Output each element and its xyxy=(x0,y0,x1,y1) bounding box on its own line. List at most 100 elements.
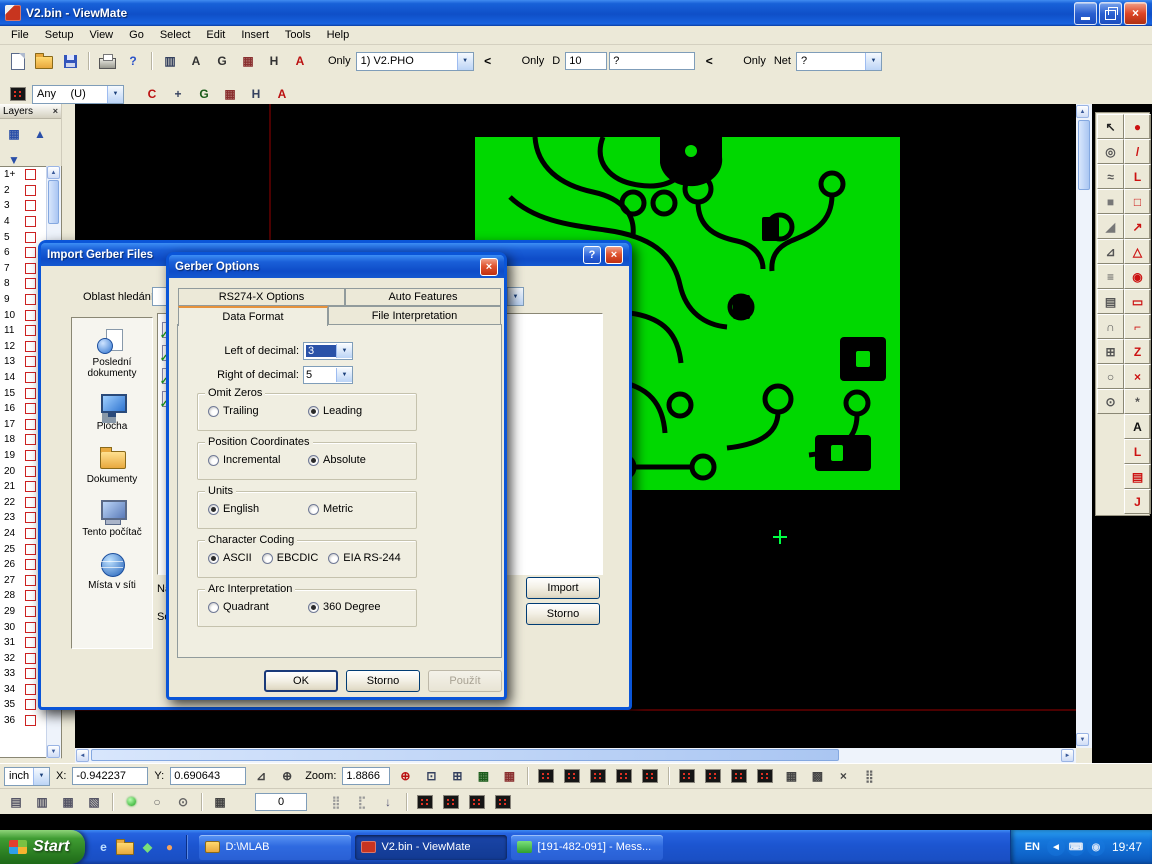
pad-display-toggle-icon[interactable] xyxy=(612,764,636,788)
layer-color-swatch[interactable] xyxy=(25,341,36,352)
layer-up-button[interactable]: ▲ xyxy=(28,122,52,146)
menu-tools[interactable]: Tools xyxy=(277,27,319,43)
chevron-down-icon[interactable]: ▼ xyxy=(457,53,473,70)
minimize-button[interactable] xyxy=(1074,2,1097,25)
shield-icon[interactable]: ◆ xyxy=(137,835,157,859)
radio-incremental[interactable]: Incremental xyxy=(208,454,298,466)
crosshair-tool-icon[interactable]: + xyxy=(166,82,190,106)
open-file-icon[interactable] xyxy=(32,49,56,73)
layer-color-swatch[interactable] xyxy=(25,637,36,648)
layers-caption[interactable]: Layers × xyxy=(0,104,61,119)
layer-color-swatch[interactable] xyxy=(25,544,36,555)
import-button[interactable]: Import xyxy=(526,577,600,599)
layer-color-swatch[interactable] xyxy=(25,497,36,508)
radio-metric[interactable]: Metric xyxy=(308,503,398,515)
menu-select[interactable]: Select xyxy=(152,27,199,43)
zoom-field[interactable]: 1.8866 xyxy=(342,767,390,785)
clear-highlight-icon[interactable]: × xyxy=(831,764,855,788)
layer-color-swatch[interactable] xyxy=(25,419,36,430)
tab-auto-features[interactable]: Auto Features xyxy=(345,288,501,306)
browser-icon[interactable]: ● xyxy=(159,835,179,859)
layer-color-swatch[interactable] xyxy=(25,481,36,492)
layer-color-swatch[interactable] xyxy=(25,294,36,305)
chevron-down-icon[interactable]: ▼ xyxy=(107,86,123,103)
line-style-icon[interactable]: ≈ xyxy=(1097,164,1124,189)
net-combo[interactable]: ? ▼ xyxy=(796,52,882,71)
layer-color-swatch[interactable] xyxy=(25,559,36,570)
place-recent[interactable]: Poslední dokumenty xyxy=(74,328,150,379)
layers-close-icon[interactable]: × xyxy=(53,106,58,116)
drop-marker-icon[interactable]: ↓ xyxy=(376,790,400,814)
net-table-icon[interactable]: ▦ xyxy=(497,764,521,788)
right-of-decimal-combo[interactable]: 5 ▼ xyxy=(303,366,353,384)
layer-color-swatch[interactable] xyxy=(25,388,36,399)
layer-color-swatch[interactable] xyxy=(25,466,36,477)
pad-display-toggle-icon[interactable] xyxy=(534,764,558,788)
unit-combo[interactable]: inch ▼ xyxy=(4,767,50,786)
apply-button[interactable]: Použít xyxy=(428,670,502,692)
arc-tool-icon[interactable]: ∩ xyxy=(1097,314,1124,339)
status-light-icon[interactable] xyxy=(119,790,143,814)
layer-grid-icon[interactable]: ▤ xyxy=(1097,289,1124,314)
scale-c-icon[interactable]: ▦ xyxy=(56,790,80,814)
scroll-left-arrow-icon[interactable]: ◄ xyxy=(76,749,89,762)
snap-grid-icon[interactable]: ⣏ xyxy=(350,790,374,814)
highlight-icon[interactable]: H xyxy=(262,49,286,73)
pad-tool-icon[interactable]: ◎ xyxy=(1097,139,1124,164)
place-documents[interactable]: Dokumenty xyxy=(74,445,150,485)
scroll-right-arrow-icon[interactable]: ► xyxy=(1061,749,1074,762)
circle-tool-icon[interactable]: C xyxy=(140,82,164,106)
folder-quick-icon[interactable] xyxy=(115,835,135,859)
layer-color-swatch[interactable] xyxy=(25,372,36,383)
scroll-up-arrow-icon[interactable]: ▲ xyxy=(1076,105,1089,118)
aperture-mixed-icon[interactable] xyxy=(465,790,489,814)
radio-360-degree[interactable]: 360 Degree xyxy=(308,601,398,613)
place-computer[interactable]: Tento počítač xyxy=(74,498,150,538)
text-tool-icon[interactable]: A xyxy=(288,49,312,73)
ie-icon[interactable]: e xyxy=(93,835,113,859)
null-tool-icon[interactable]: ⊙ xyxy=(1097,389,1124,414)
draw-rect-icon[interactable]: □ xyxy=(1124,189,1151,214)
stamp-icon[interactable]: ▤ xyxy=(1124,464,1151,489)
layer-row-36[interactable]: 36 xyxy=(0,713,47,729)
zoom-window-icon[interactable]: ⊡ xyxy=(419,764,443,788)
layer-row-1[interactable]: 1+ xyxy=(0,167,47,183)
draw-triangle-icon[interactable]: △ xyxy=(1124,239,1151,264)
radio-trailing[interactable]: Trailing xyxy=(208,405,298,417)
aperture-off-icon[interactable] xyxy=(491,790,515,814)
select-cursor-icon[interactable]: ↖ xyxy=(1097,114,1124,139)
left-of-decimal-combo[interactable]: 3 ▼ xyxy=(303,342,353,360)
dot-grid-icon[interactable]: ⣿ xyxy=(324,790,348,814)
draw-polyline-icon[interactable]: L xyxy=(1124,164,1151,189)
chevron-down-icon[interactable]: ▼ xyxy=(507,288,523,305)
volume-icon[interactable]: ◉ xyxy=(1087,838,1105,856)
layer-color-swatch[interactable] xyxy=(25,232,36,243)
chevron-down-icon[interactable]: ▼ xyxy=(33,768,49,785)
layer-color-swatch[interactable] xyxy=(25,684,36,695)
graphic-info-icon[interactable]: G xyxy=(210,49,234,73)
layer-color-swatch[interactable] xyxy=(25,434,36,445)
radio-english[interactable]: English xyxy=(208,503,298,515)
layer-row-4[interactable]: 4 xyxy=(0,214,47,230)
probe-b-icon[interactable]: ⊙ xyxy=(171,790,195,814)
vertical-scroll-thumb[interactable] xyxy=(1078,120,1090,190)
layer-color-swatch[interactable] xyxy=(25,356,36,367)
chevron-down-icon[interactable]: ▼ xyxy=(336,368,352,382)
layer-color-swatch[interactable] xyxy=(25,403,36,414)
layer-color-swatch[interactable] xyxy=(25,699,36,710)
language-indicator[interactable]: EN xyxy=(1025,841,1040,853)
pad-display-toggle-icon[interactable] xyxy=(701,764,725,788)
import-cancel-button[interactable]: Storno xyxy=(526,603,600,625)
restore-button[interactable] xyxy=(1099,2,1122,25)
layer-color-swatch[interactable] xyxy=(25,450,36,461)
probe-a-icon[interactable]: ○ xyxy=(145,790,169,814)
pad-display-toggle-icon[interactable] xyxy=(638,764,662,788)
grid-display-icon[interactable]: ▦ xyxy=(779,764,803,788)
aperture-filter-combo[interactable]: Any (U) ▼ xyxy=(32,85,124,104)
save-file-icon[interactable] xyxy=(58,49,82,73)
only-layer-toggle[interactable]: Only xyxy=(328,55,351,67)
radio-absolute[interactable]: Absolute xyxy=(308,454,398,466)
layer-color-swatch[interactable] xyxy=(25,575,36,586)
radio-leading[interactable]: Leading xyxy=(308,405,398,417)
scale-b-icon[interactable]: ▥ xyxy=(30,790,54,814)
